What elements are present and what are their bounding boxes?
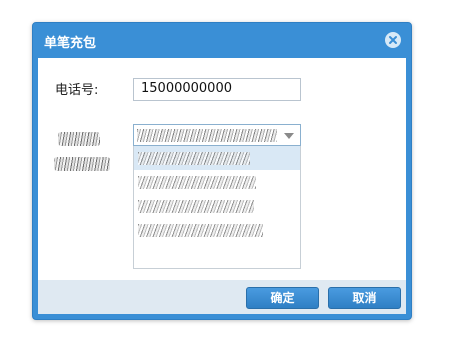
dialog-title: 单笔充包 bbox=[44, 36, 97, 51]
recharge-dialog: 单笔充包 电话号: 15000000000 确定 取消 bbox=[32, 22, 412, 320]
package-option[interactable] bbox=[134, 194, 300, 218]
blurred-label bbox=[58, 132, 100, 146]
phone-input[interactable]: 15000000000 bbox=[133, 78, 301, 101]
chevron-down-icon bbox=[284, 133, 294, 139]
package-option[interactable] bbox=[134, 170, 300, 194]
package-select[interactable] bbox=[133, 124, 301, 146]
dialog-body: 电话号: 15000000000 bbox=[38, 58, 406, 280]
blurred-option-text bbox=[138, 200, 254, 213]
close-icon[interactable] bbox=[385, 32, 401, 48]
dialog-titlebar: 单笔充包 bbox=[33, 23, 411, 58]
blurred-option-text bbox=[138, 224, 263, 237]
package-option[interactable] bbox=[134, 218, 300, 242]
package-options-list bbox=[133, 146, 301, 269]
dialog-footer: 确定 取消 bbox=[38, 280, 406, 314]
cancel-button[interactable]: 取消 bbox=[328, 287, 401, 309]
package-option[interactable] bbox=[134, 146, 300, 170]
phone-label: 电话号: bbox=[55, 83, 99, 98]
blurred-selected-value bbox=[137, 129, 277, 142]
blurred-option-text bbox=[138, 152, 250, 165]
blurred-label bbox=[54, 157, 110, 171]
blurred-option-text bbox=[138, 176, 256, 189]
confirm-button[interactable]: 确定 bbox=[246, 287, 319, 309]
